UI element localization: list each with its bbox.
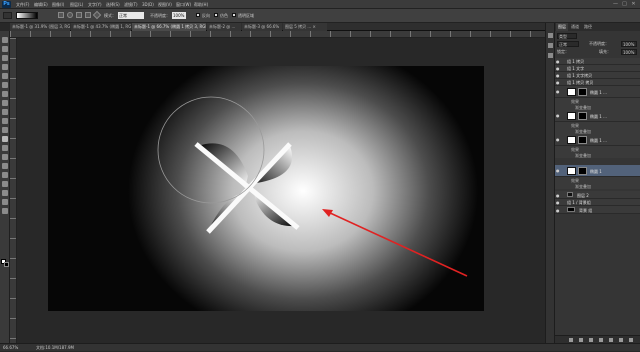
layer-name: 椭圆 1 ... bbox=[590, 138, 607, 143]
history-panel-icon[interactable] bbox=[548, 33, 553, 38]
fx-icon[interactable] bbox=[579, 338, 583, 342]
layer-row[interactable]: ● 椭圆 1 ... bbox=[555, 86, 640, 98]
layer-name: 椭圆 1 ... bbox=[590, 90, 607, 95]
layer-thumbnail bbox=[567, 192, 573, 197]
new-layer-icon[interactable] bbox=[619, 338, 623, 342]
vector-mask-thumbnail bbox=[578, 167, 587, 175]
layer-row[interactable]: ● 椭圆 1 ... bbox=[555, 110, 640, 122]
gradient-overlay-row[interactable]: 渐变叠加 bbox=[555, 183, 640, 189]
eye-icon[interactable]: ● bbox=[556, 193, 561, 198]
eye-icon[interactable]: ● bbox=[556, 168, 561, 173]
layer-name: 椭圆 1 bbox=[590, 169, 602, 174]
tab-paths[interactable]: 路径 bbox=[582, 23, 594, 31]
layer-thumbnail bbox=[567, 112, 576, 120]
adjustments-panel-icon[interactable] bbox=[548, 53, 553, 58]
layer-thumbnail bbox=[567, 167, 576, 175]
lock-label: 锁定： bbox=[557, 49, 569, 54]
eye-icon[interactable]: ● bbox=[556, 59, 561, 64]
layer-name: 背景 组 bbox=[579, 208, 593, 213]
vector-mask-thumbnail bbox=[578, 88, 587, 96]
panel-icon-strip bbox=[545, 23, 554, 343]
layer-row[interactable]: ● 背景 组 bbox=[555, 206, 640, 214]
properties-panel-icon[interactable] bbox=[548, 43, 553, 48]
layer-group-row[interactable]: ● 组 1 拷贝 拷贝 bbox=[555, 79, 640, 86]
red-arrow-annotation bbox=[322, 87, 609, 277]
panel-tabs: 图层 通道 路径 bbox=[555, 23, 640, 31]
eye-icon[interactable]: ● bbox=[556, 66, 561, 71]
vector-mask-thumbnail bbox=[578, 112, 587, 120]
layer-group-row[interactable]: ● 组 1 文字拷贝 bbox=[555, 72, 640, 79]
status-bar: 66.67% 文档:10.1M/187.9M bbox=[0, 343, 640, 351]
layer-group-row[interactable]: ● 组 1 文字 bbox=[555, 65, 640, 72]
layers-panel: 图层 通道 路径 类型 正常 不透明度： 100% 锁定： 填充： 100% ●… bbox=[554, 23, 640, 343]
layer-fill-field[interactable]: 100% bbox=[621, 49, 637, 55]
eye-icon[interactable]: ● bbox=[556, 80, 561, 85]
eye-icon[interactable]: ● bbox=[556, 89, 561, 94]
layer-row[interactable]: ● 椭圆 1 ... bbox=[555, 134, 640, 146]
eye-icon[interactable]: ● bbox=[556, 73, 561, 78]
layer-thumbnail bbox=[567, 207, 575, 212]
link-layers-icon[interactable] bbox=[569, 338, 573, 342]
tab-layers[interactable]: 图层 bbox=[556, 23, 568, 31]
tab-channels[interactable]: 通道 bbox=[569, 23, 581, 31]
layer-row[interactable]: ● 图层 2 bbox=[555, 191, 640, 199]
add-mask-icon[interactable] bbox=[589, 338, 593, 342]
layer-group-row[interactable]: ● 组 1 拷贝 bbox=[555, 58, 640, 65]
new-group-icon[interactable] bbox=[609, 338, 613, 342]
blend-mode-select[interactable]: 正常 bbox=[557, 41, 579, 47]
fill-label: 填充： bbox=[599, 49, 611, 54]
layer-thumbnail bbox=[567, 88, 576, 96]
adjustment-layer-icon[interactable] bbox=[599, 338, 603, 342]
layer-row-selected[interactable]: ● 椭圆 1 bbox=[555, 165, 640, 177]
effect-name: 渐变叠加 bbox=[575, 153, 591, 158]
layers-panel-footer bbox=[555, 335, 640, 343]
layer-filter-select[interactable]: 类型 bbox=[557, 33, 577, 39]
eye-icon[interactable]: ● bbox=[556, 137, 561, 142]
effect-name: 渐变叠加 bbox=[575, 184, 591, 189]
vector-mask-thumbnail bbox=[578, 136, 587, 144]
eye-icon[interactable]: ● bbox=[556, 208, 561, 213]
gradient-overlay-row[interactable]: 渐变叠加 bbox=[555, 152, 640, 158]
layer-name: 椭圆 1 ... bbox=[590, 114, 607, 119]
layer-thumbnail bbox=[567, 136, 576, 144]
layer-group-row[interactable]: ● 组 1 / 背景组 bbox=[555, 199, 640, 206]
layer-opacity-label: 不透明度： bbox=[589, 41, 609, 46]
layer-opacity-field[interactable]: 100% bbox=[621, 41, 637, 47]
eye-icon[interactable]: ● bbox=[556, 200, 561, 205]
arrow-line bbox=[327, 211, 468, 277]
trash-icon[interactable] bbox=[629, 338, 633, 342]
eye-icon[interactable]: ● bbox=[556, 113, 561, 118]
